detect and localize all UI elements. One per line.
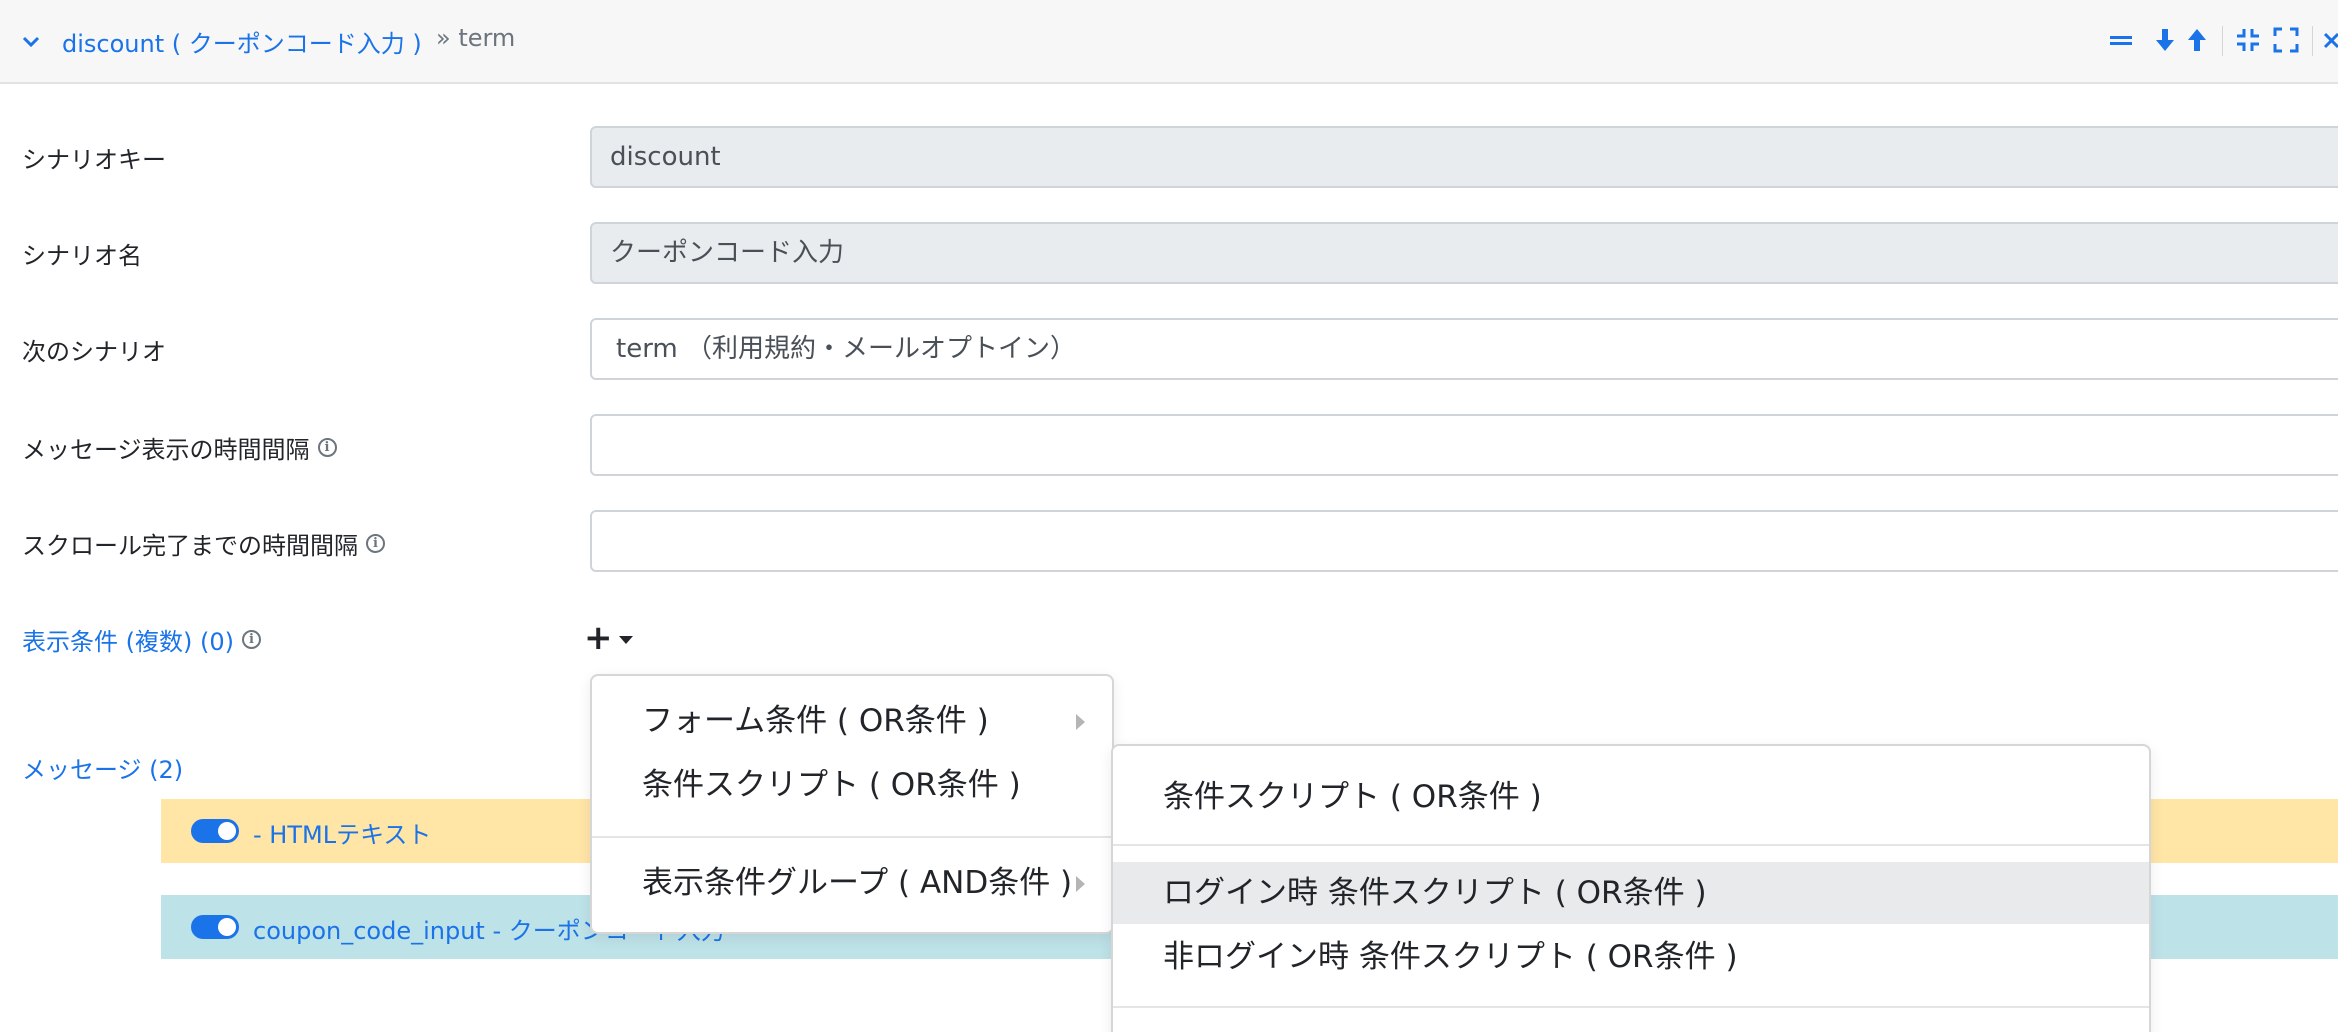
scenario-key-label-text: シナリオキー xyxy=(22,146,166,174)
add-condition-button[interactable]: + xyxy=(584,618,633,658)
submenu-item-login-script[interactable]: ログイン時 条件スクリプト ( OR条件 ) xyxy=(1113,862,2149,924)
arrow-up-icon[interactable] xyxy=(2183,26,2211,54)
enable-toggle[interactable] xyxy=(191,915,239,939)
toolbar-divider xyxy=(2312,26,2313,56)
caret-down-icon xyxy=(618,636,633,644)
message-interval-label: メッセージ表示の時間間隔 i xyxy=(22,430,337,465)
scenario-key-label: シナリオキー xyxy=(22,140,166,175)
scenario-name-label: シナリオ名 xyxy=(22,236,142,271)
plus-icon: + xyxy=(584,618,613,658)
info-icon[interactable]: i xyxy=(366,534,385,553)
caret-right-icon xyxy=(1076,876,1085,892)
scenario-name-input[interactable]: クーポンコード入力 xyxy=(590,222,2338,284)
next-scenario-label-text: 次のシナリオ xyxy=(22,338,166,366)
display-conditions-label: 表示条件 (複数) (0) i xyxy=(22,622,261,657)
menu-divider xyxy=(1113,1006,2149,1008)
scenario-name-label-text: シナリオ名 xyxy=(22,242,142,270)
menu-item-label: フォーム条件 ( OR条件 ) xyxy=(642,703,989,739)
submenu-item-label: 非ログイン時 条件スクリプト ( OR条件 ) xyxy=(1163,939,1738,975)
menu-item-form-condition[interactable]: フォーム条件 ( OR条件 ) xyxy=(592,690,1112,752)
submenu-item-condition-script[interactable]: 条件スクリプト ( OR条件 ) xyxy=(1113,766,2149,828)
info-icon[interactable]: i xyxy=(241,630,261,649)
close-icon[interactable] xyxy=(2322,26,2338,54)
scenario-header: discount ( クーポンコード入力 ) » term xyxy=(0,0,2338,84)
scroll-interval-label-text: スクロール完了までの時間間隔 xyxy=(22,532,358,560)
menu-divider xyxy=(592,836,1112,838)
collapse-icon[interactable] xyxy=(2234,26,2262,54)
drag-handle-icon[interactable] xyxy=(2107,26,2135,54)
expand-icon[interactable] xyxy=(2272,26,2300,54)
scroll-interval-input[interactable] xyxy=(590,510,2338,572)
scenario-key-input[interactable]: discount xyxy=(590,126,2338,188)
menu-item-label: 表示条件グループ ( AND条件 ) xyxy=(642,865,1073,901)
scroll-interval-label: スクロール完了までの時間間隔 i xyxy=(22,526,385,561)
display-conditions-label-text[interactable]: 表示条件 (複数) (0) xyxy=(22,622,234,657)
messages-label-text[interactable]: メッセージ (2) xyxy=(22,750,183,785)
menu-divider xyxy=(1113,844,2149,846)
info-icon[interactable]: i xyxy=(317,438,337,457)
menu-item-condition-group[interactable]: 表示条件グループ ( AND条件 ) xyxy=(592,852,1112,914)
message-interval-label-text: メッセージ表示の時間間隔 xyxy=(22,436,310,464)
menu-item-label: 条件スクリプト ( OR条件 ) xyxy=(642,767,1021,803)
menu-item-condition-script[interactable]: 条件スクリプト ( OR条件 ) xyxy=(592,754,1112,816)
chevron-down-icon[interactable] xyxy=(19,30,43,54)
submenu-item-nonlogin-script[interactable]: 非ログイン時 条件スクリプト ( OR条件 ) xyxy=(1113,926,2149,988)
submenu-item-label: 条件スクリプト ( OR条件 ) xyxy=(1163,779,1542,815)
scenario-title[interactable]: discount ( クーポンコード入力 ) xyxy=(62,24,422,59)
submenu-item-label: ログイン時 条件スクリプト ( OR条件 ) xyxy=(1163,875,1707,911)
caret-right-icon xyxy=(1076,714,1085,730)
next-scenario-label: 次のシナリオ xyxy=(22,332,166,367)
message-title[interactable]: - HTMLテキスト xyxy=(253,815,431,850)
condition-type-menu: フォーム条件 ( OR条件 ) 条件スクリプト ( OR条件 ) 表示条件グルー… xyxy=(590,674,1114,934)
toolbar-divider xyxy=(2222,26,2223,56)
condition-script-submenu: 条件スクリプト ( OR条件 ) ログイン時 条件スクリプト ( OR条件 ) … xyxy=(1111,744,2151,1032)
breadcrumb[interactable]: » term xyxy=(436,24,515,52)
enable-toggle[interactable] xyxy=(191,819,239,843)
next-scenario-select[interactable]: term （利用規約・メールオプトイン） xyxy=(590,318,2338,380)
message-interval-input[interactable] xyxy=(590,414,2338,476)
scenario-editor: discount ( クーポンコード入力 ) » term シナリオキー dis… xyxy=(0,0,2338,1032)
messages-label: メッセージ (2) xyxy=(22,750,183,785)
arrow-down-icon[interactable] xyxy=(2151,26,2179,54)
